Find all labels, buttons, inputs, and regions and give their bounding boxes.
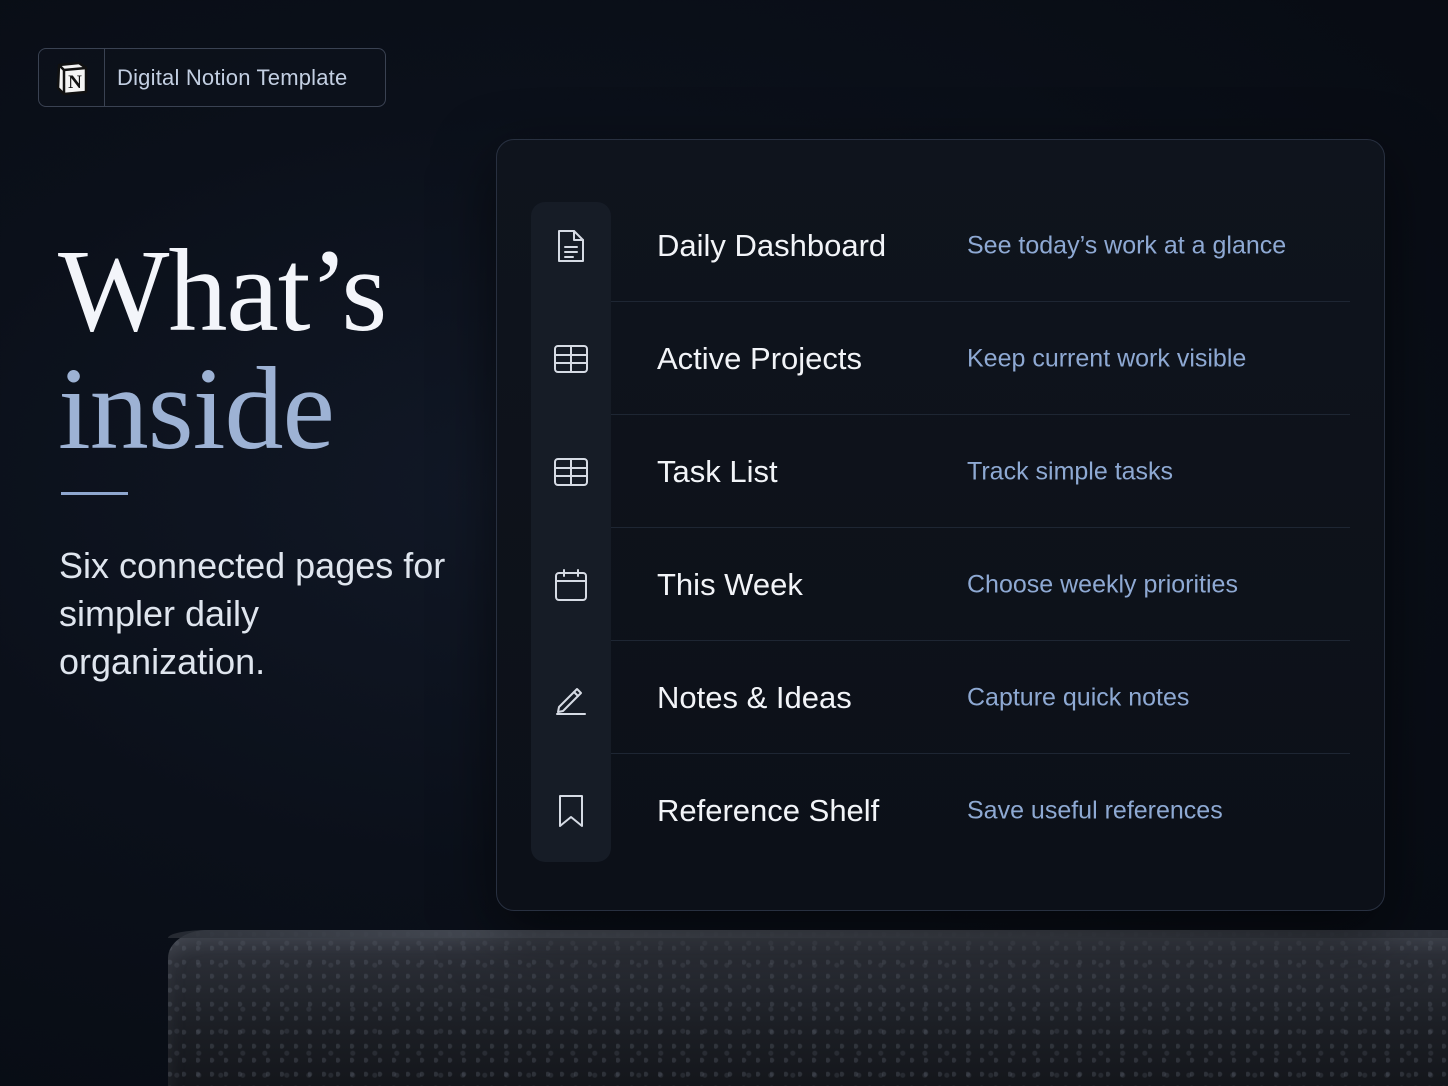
- table-icon: [553, 341, 589, 377]
- page-description: See today’s work at a glance: [967, 231, 1287, 259]
- page-title-label: Daily Dashboard: [657, 227, 887, 263]
- page-title-label: Notes & Ideas: [657, 679, 852, 715]
- page-row-active-projects[interactable]: Active Projects Keep current work visibl…: [497, 302, 1384, 415]
- stone-pedestal-edge: [168, 930, 1448, 938]
- pages-panel: Daily Dashboard See today’s work at a gl…: [496, 139, 1385, 911]
- calendar-icon: [553, 567, 589, 603]
- pencil-icon: [553, 680, 589, 716]
- template-badge: N Digital Notion Template: [38, 48, 386, 107]
- page-row-notes-ideas[interactable]: Notes & Ideas Capture quick notes: [497, 641, 1384, 754]
- stone-pedestal: [168, 930, 1448, 1086]
- page-description: Capture quick notes: [967, 683, 1190, 711]
- badge-label: Digital Notion Template: [117, 64, 348, 90]
- page-row-task-list[interactable]: Task List Track simple tasks: [497, 415, 1384, 528]
- page-title-label: Task List: [657, 453, 778, 489]
- table-icon: [553, 454, 589, 490]
- page-row-daily-dashboard[interactable]: Daily Dashboard See today’s work at a gl…: [497, 189, 1384, 302]
- title-line-1: What’s: [58, 225, 387, 356]
- page-title: What’s inside: [58, 225, 387, 474]
- svg-text:N: N: [68, 72, 82, 93]
- page-description: Track simple tasks: [967, 457, 1174, 485]
- subtitle: Six connected pages for simpler daily or…: [59, 545, 446, 682]
- document-icon: [553, 228, 589, 264]
- page-row-reference-shelf[interactable]: Reference Shelf Save useful references: [497, 754, 1384, 867]
- accent-divider: [61, 492, 128, 495]
- page-row-this-week[interactable]: This Week Choose weekly priorities: [497, 528, 1384, 641]
- notion-logo-icon: N: [39, 49, 105, 106]
- title-line-2: inside: [58, 343, 335, 474]
- page-title-label: Active Projects: [657, 340, 863, 376]
- bookmark-icon: [553, 793, 589, 829]
- page-title-label: Reference Shelf: [657, 792, 880, 828]
- page-description: Save useful references: [967, 796, 1223, 824]
- page-title-label: This Week: [657, 566, 803, 602]
- page-description: Keep current work visible: [967, 344, 1247, 372]
- page-description: Choose weekly priorities: [967, 570, 1238, 598]
